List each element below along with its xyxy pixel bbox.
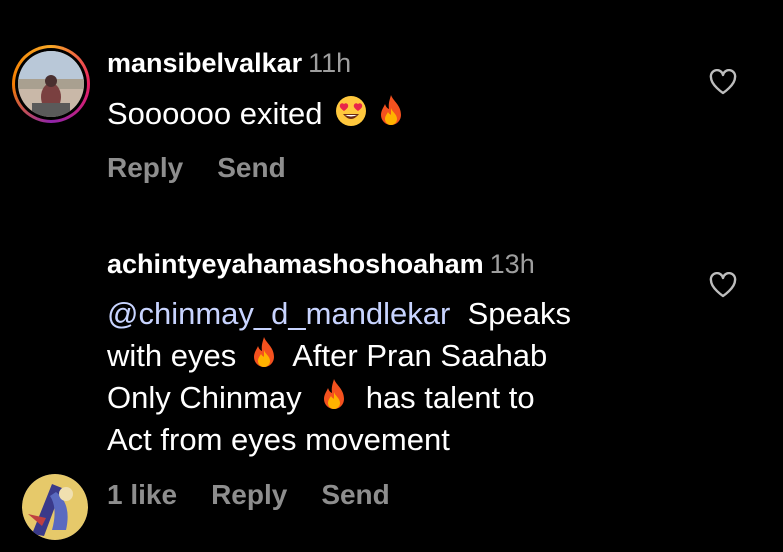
comment-header: achintyeyahamashoshoaham 13h (107, 247, 535, 281)
mention-link[interactable]: @chinmay_d_mandlekar (107, 296, 450, 331)
comment-item: mansibelvalkar 11h Soooooo exited Reply Se… (0, 0, 783, 200)
likes-count[interactable]: 1 like (107, 479, 177, 510)
heart-outline-icon[interactable] (709, 272, 737, 298)
fire-emoji-icon (254, 337, 275, 367)
reply-button[interactable]: Reply (107, 152, 183, 183)
fire-emoji-icon (323, 379, 344, 409)
comment-actions: 1 like Reply Send (107, 479, 424, 511)
comment-text: Soooooo exited (107, 93, 411, 135)
comment-time: 11h (308, 48, 352, 78)
heart-outline-icon[interactable] (709, 69, 737, 95)
comment-item: achintyeyahamashoshoaham 13h @chinmay_d_m… (0, 230, 783, 540)
comment-header: mansibelvalkar 11h (107, 46, 351, 80)
reply-button[interactable]: Reply (211, 479, 287, 510)
send-button[interactable]: Send (217, 152, 285, 183)
comment-line-4: Act from eyes movement (107, 422, 450, 457)
send-button[interactable]: Send (321, 479, 389, 510)
comment-text: @chinmay_d_mandlekar Speaks with eyes Af… (107, 293, 571, 461)
username[interactable]: achintyeyahamashoshoaham (107, 249, 484, 279)
comment-line-2: with eyes After Pran Saahab (107, 337, 548, 373)
comment-text-content: Soooooo exited (107, 96, 323, 131)
comment-time: 13h (489, 249, 535, 279)
fire-emoji-icon (381, 95, 402, 125)
avatar[interactable] (18, 51, 84, 117)
avatar[interactable] (22, 474, 88, 540)
comment-line-3: Only Chinmay has talent to (107, 379, 535, 415)
heart-eyes-emoji-icon (336, 96, 367, 126)
comment-line-1: @chinmay_d_mandlekar Speaks (107, 296, 572, 331)
comment-actions: Reply Send (107, 152, 320, 184)
username[interactable]: mansibelvalkar (107, 48, 302, 78)
